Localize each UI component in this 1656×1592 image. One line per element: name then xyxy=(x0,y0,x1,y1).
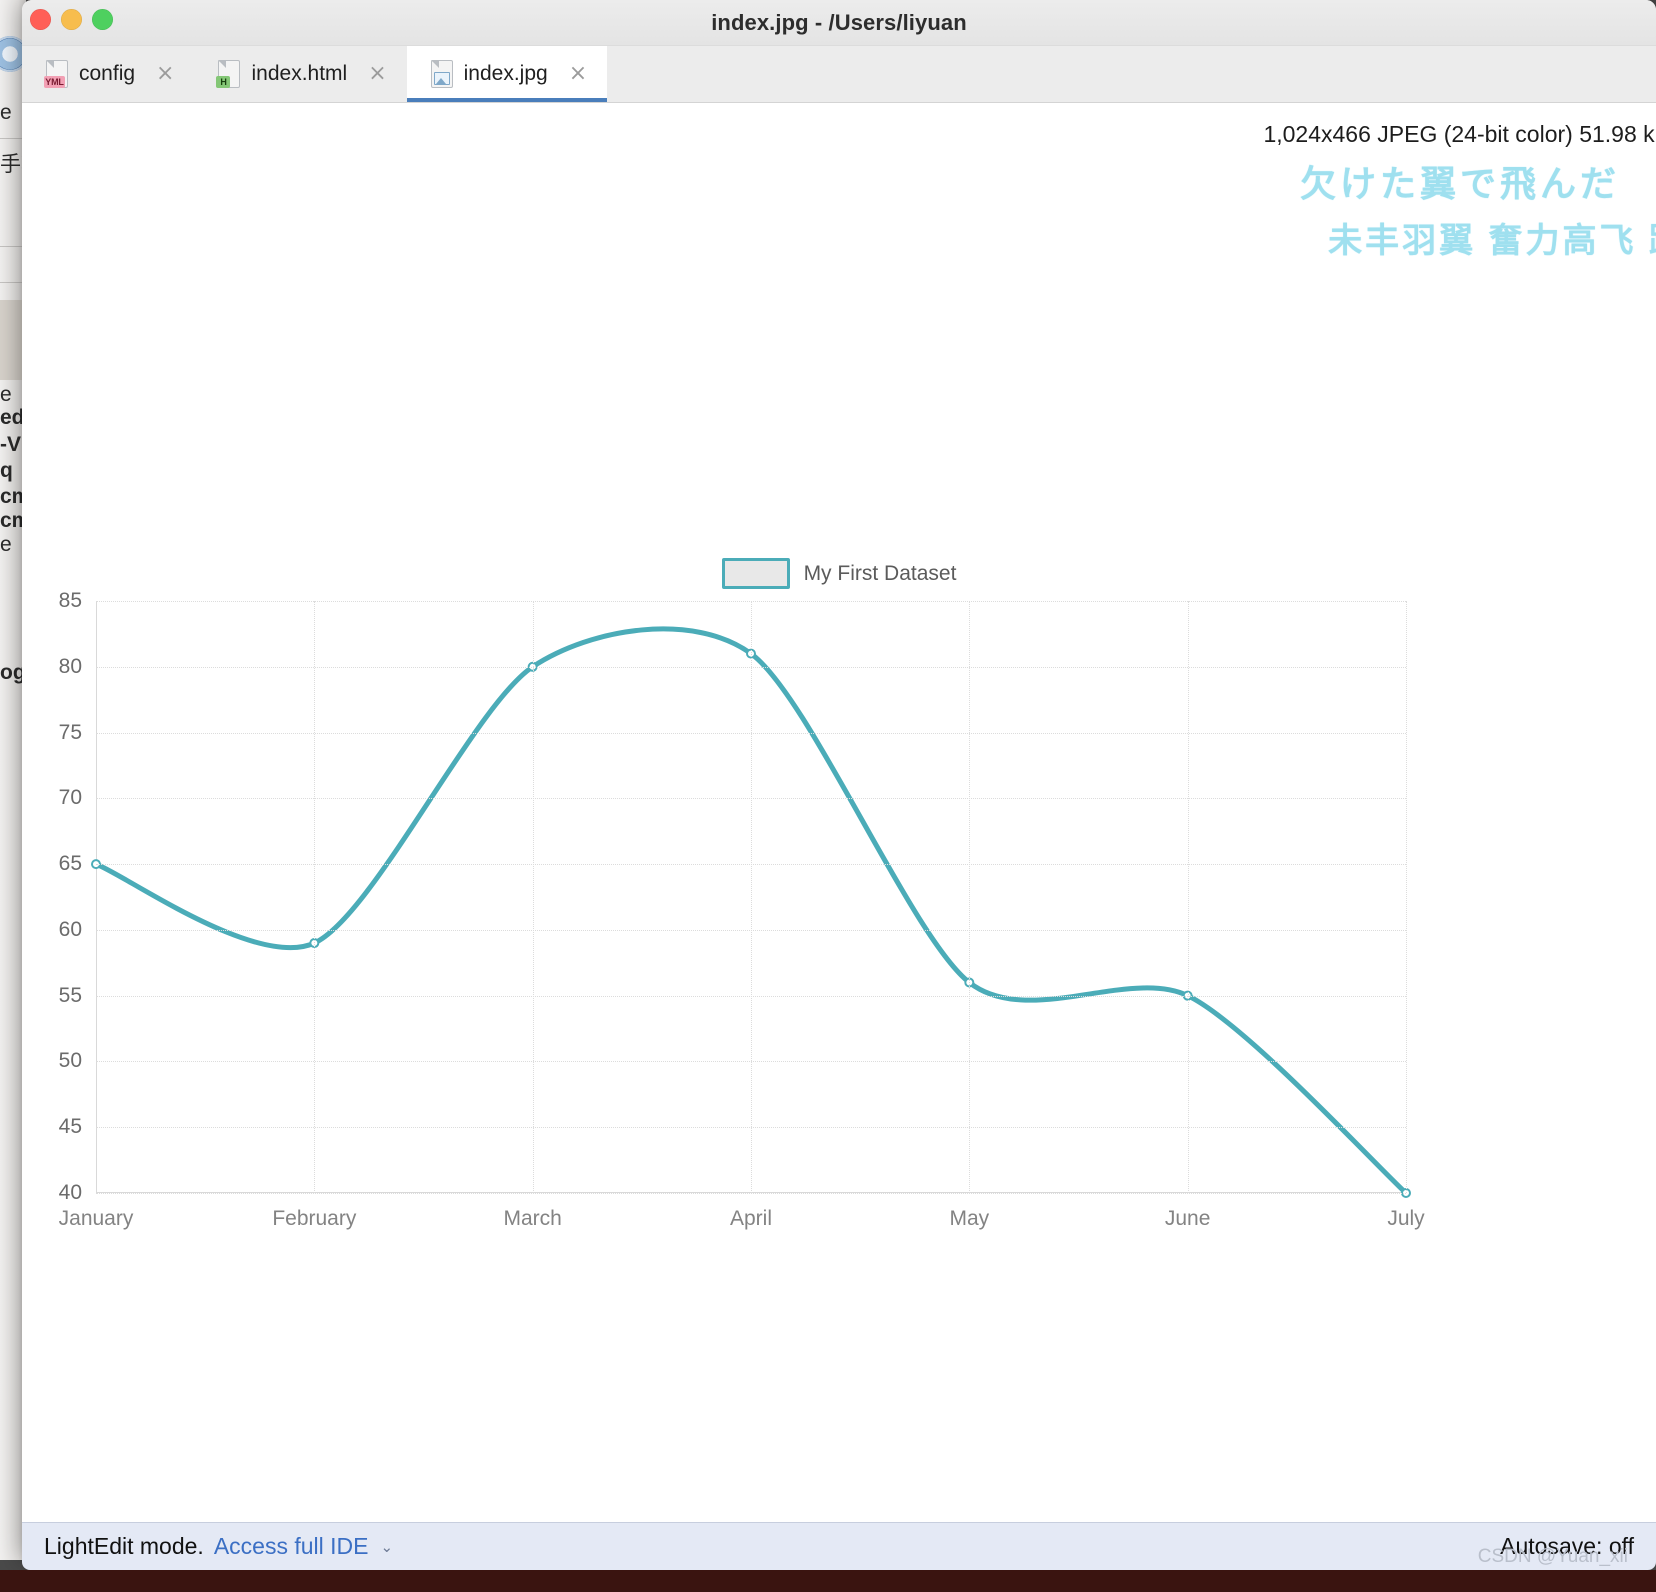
chart-plot-area: 40 45 50 55 60 65 70 75 80 85 January February March… xyxy=(59,589,1425,1230)
html-badge: H xyxy=(216,76,231,88)
access-full-ide-link[interactable]: Access full IDE xyxy=(214,1533,369,1560)
legend-label: My First Dataset xyxy=(803,561,957,585)
gridline-horizontal xyxy=(96,1193,1406,1194)
watermark-label: CSDN @Yuan_xii xyxy=(1477,1546,1628,1567)
yml-file-icon: YML xyxy=(44,60,68,88)
lightedit-mode-label: LightEdit mode. xyxy=(44,1533,204,1559)
status-left-group: LightEdit mode. Access full IDE ⌄ xyxy=(44,1533,393,1560)
html-file-icon: H xyxy=(216,60,241,88)
x-axis-tick-label: June xyxy=(1164,1207,1211,1230)
gridline-vertical xyxy=(751,601,752,1193)
chart-legend[interactable]: My First Dataset xyxy=(22,558,1656,589)
gridline-vertical xyxy=(1187,601,1189,1193)
x-axis-tick-label: January xyxy=(58,1207,134,1230)
image-viewer[interactable]: 1,024x466 JPEG (24-bit color) 51.98 kB 欠… xyxy=(22,103,1656,1502)
tab-label: index.jpg xyxy=(463,62,548,85)
y-axis-tick-label: 50 xyxy=(58,1049,82,1073)
image-file-icon xyxy=(429,60,453,88)
title-bar: index.jpg - /Users/liyuan xyxy=(22,0,1656,46)
screen-bottom-edge xyxy=(0,1570,1656,1592)
close-icon[interactable]: × xyxy=(156,63,174,85)
screen-root: e 手输 e ed -V q cm cm e og index.jpg - /U… xyxy=(0,0,1656,1592)
y-axis-tick-label: 65 xyxy=(58,852,82,876)
x-axis-tick-label: July xyxy=(1387,1207,1425,1230)
y-axis-tick-label: 80 xyxy=(58,654,82,678)
yml-badge: YML xyxy=(44,76,65,88)
x-axis-tick-label: April xyxy=(729,1207,773,1230)
gridline-vertical xyxy=(969,601,971,1193)
y-axis-tick-label: 45 xyxy=(58,1115,82,1139)
x-axis-tick-label: May xyxy=(949,1207,990,1230)
window-title: index.jpg - /Users/liyuan xyxy=(711,10,967,35)
legend-swatch xyxy=(721,558,790,589)
tab-config[interactable]: YML config × xyxy=(22,46,194,102)
x-axis-tick-label: March xyxy=(503,1207,562,1230)
chevron-down-icon[interactable]: ⌄ xyxy=(380,1538,393,1556)
close-icon[interactable]: × xyxy=(368,63,386,85)
ide-window: index.jpg - /Users/liyuan YML config × H… xyxy=(22,0,1656,1560)
editor-tab-bar[interactable]: YML config × H index.html × index.jpg × xyxy=(22,46,1656,103)
y-axis-tick-label: 40 xyxy=(58,1181,82,1204)
tab-index-html[interactable]: H index.html × xyxy=(194,46,406,102)
x-axis-tick-label: February xyxy=(272,1207,357,1230)
line-chart: My First Dataset 40 45 50 55 60 65 70 75 80 85 Jan… xyxy=(22,103,1656,1502)
y-axis-tick-label: 70 xyxy=(58,786,82,810)
gridline-vertical xyxy=(532,601,534,1193)
gridline-vertical xyxy=(314,601,316,1193)
close-icon[interactable]: × xyxy=(569,63,587,85)
y-axis-tick-label: 85 xyxy=(58,589,82,612)
tab-index-jpg[interactable]: index.jpg × xyxy=(406,46,608,102)
status-bar: LightEdit mode. Access full IDE ⌄ Autosa… xyxy=(22,1522,1656,1570)
gridline-vertical xyxy=(1406,601,1407,1193)
tab-label: config xyxy=(79,62,136,85)
y-axis-tick-label: 75 xyxy=(58,720,82,744)
tab-label: index.html xyxy=(251,62,348,85)
y-axis-tick-label: 55 xyxy=(58,983,82,1007)
y-axis-tick-label: 60 xyxy=(58,917,82,941)
